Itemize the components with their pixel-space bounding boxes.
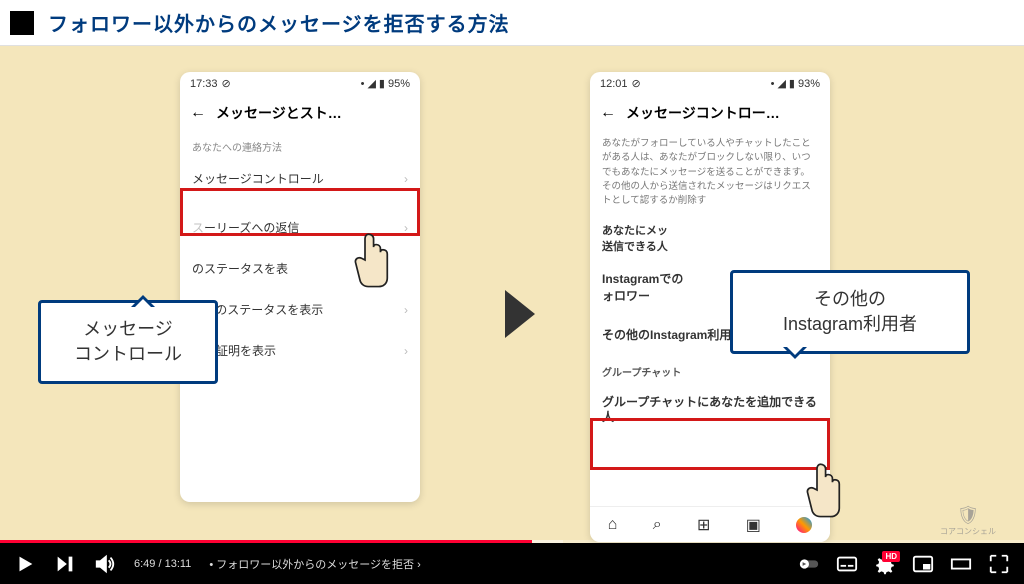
- reels-icon[interactable]: ▣: [746, 515, 761, 535]
- autoplay-toggle[interactable]: [798, 553, 820, 575]
- status-bar: 17:33 ⊘ • ◢ ▮ 95%: [180, 72, 420, 95]
- section-label: あなたにメッ送信できる人: [590, 214, 830, 258]
- player-controls: 6:49 / 13:11 • フォロワー以外からのメッセージを拒否 › HD: [0, 543, 1024, 584]
- pointing-hand-icon: [348, 230, 394, 290]
- chevron-right-icon: ›: [404, 172, 408, 186]
- item-group-add[interactable]: グループチャットにあなたを追加できる人: [590, 383, 830, 438]
- volume-button[interactable]: [94, 553, 116, 575]
- chevron-right-icon: ›: [404, 303, 408, 317]
- status-time: 17:33: [190, 78, 218, 90]
- phone-header: ← メッセージコントロー…: [590, 95, 830, 131]
- time-display: 6:49 / 13:11: [134, 558, 191, 570]
- watermark-icon: 🛡: [940, 505, 996, 526]
- chevron-right-icon: ›: [404, 221, 408, 235]
- status-time: 12:01: [600, 78, 628, 90]
- play-button[interactable]: [14, 553, 36, 575]
- signal-icon: ◢: [777, 77, 785, 90]
- do-not-disturb-icon: ⊘: [222, 77, 231, 90]
- phone-description: あなたがフォローしている人やチャットしたことがある人は、あなたがブロックしない限…: [590, 131, 830, 214]
- section-label: あなたへの連絡方法: [180, 131, 420, 158]
- battery-text: 93%: [798, 78, 820, 90]
- watermark-label: コアコンシェル: [940, 526, 996, 537]
- callout-other-users: その他の Instagram利用者: [730, 270, 970, 354]
- hd-badge: HD: [882, 551, 900, 562]
- back-arrow-icon[interactable]: ←: [600, 104, 616, 122]
- next-button[interactable]: [54, 553, 76, 575]
- slide-title: フォロワー以外からのメッセージを拒否する方法: [48, 8, 510, 37]
- dots-icon: •: [361, 78, 365, 90]
- chevron-right-icon: ›: [404, 344, 408, 358]
- battery-text: 95%: [388, 78, 410, 90]
- battery-icon: ▮: [379, 77, 385, 90]
- slide-title-bar: フォロワー以外からのメッセージを拒否する方法: [0, 0, 1024, 46]
- battery-icon: ▮: [789, 77, 795, 90]
- theater-button[interactable]: [950, 553, 972, 575]
- fullscreen-button[interactable]: [988, 553, 1010, 575]
- signal-icon: ◢: [367, 77, 375, 90]
- chapter-title[interactable]: • フォロワー以外からのメッセージを拒否 ›: [209, 556, 420, 572]
- video-slide-area: フォロワー以外からのメッセージを拒否する方法 17:33 ⊘ • ◢ ▮ 95%…: [0, 0, 1024, 543]
- pointing-hand-icon: [800, 460, 846, 520]
- back-arrow-icon[interactable]: ←: [190, 104, 206, 122]
- captions-button[interactable]: [836, 553, 858, 575]
- callout-message-control: メッセージ コントロール: [38, 300, 218, 384]
- phone-header: ← メッセージとスト…: [180, 95, 420, 131]
- add-post-icon[interactable]: ⊞: [697, 515, 710, 535]
- watermark: 🛡 コアコンシェル: [940, 505, 996, 537]
- arrow-right-icon: [505, 290, 535, 338]
- dots-icon: •: [771, 78, 775, 90]
- phone-header-title: メッセージコントロー…: [626, 103, 780, 123]
- phone-header-title: メッセージとスト…: [216, 103, 342, 123]
- status-bar: 12:01 ⊘ • ◢ ▮ 93%: [590, 72, 830, 95]
- search-icon[interactable]: ⌕: [653, 516, 662, 534]
- miniplayer-button[interactable]: [912, 553, 934, 575]
- do-not-disturb-icon: ⊘: [632, 77, 641, 90]
- home-icon[interactable]: ⌂: [608, 516, 618, 534]
- title-bullet: [10, 11, 34, 35]
- instagram-nav-bar: ⌂ ⌕ ⊞ ▣: [590, 506, 830, 542]
- item-message-control[interactable]: メッセージコントロール ›: [180, 158, 420, 199]
- settings-button[interactable]: HD: [874, 553, 896, 575]
